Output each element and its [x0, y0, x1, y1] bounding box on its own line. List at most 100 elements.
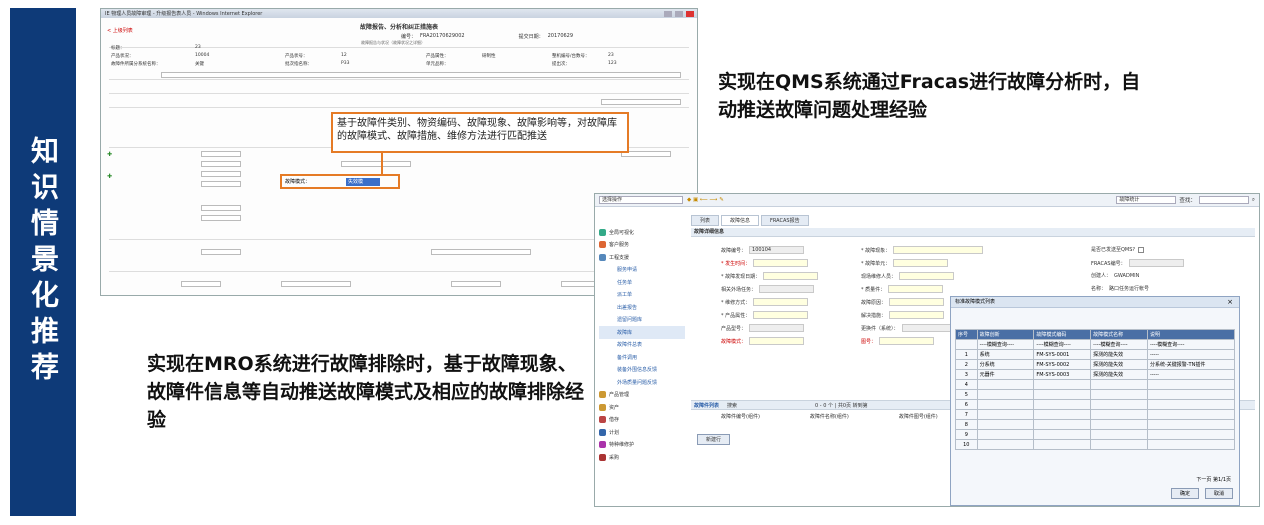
nav-item[interactable]: 故障件总表 — [599, 339, 685, 352]
fracas-field[interactable] — [1128, 259, 1184, 267]
nav-label: 全局可视化 — [609, 229, 635, 236]
nav-item[interactable]: 备件调用 — [599, 351, 685, 364]
table-row[interactable]: 3 元器件 FM-SYS-0003 探测的能失效 ----- — [955, 369, 1236, 380]
text-field[interactable] — [201, 151, 241, 157]
table-cell: 系统 — [976, 349, 1035, 360]
replace-field[interactable] — [901, 324, 957, 332]
text-field[interactable] — [201, 171, 241, 177]
nav-item[interactable]: 客户服务 — [599, 239, 685, 252]
table-row[interactable]: 8 — [955, 419, 1236, 430]
table-row[interactable]: 9 — [955, 429, 1236, 440]
filter-input[interactable]: ----模糊查询---- — [1146, 339, 1236, 350]
fault-mode-field[interactable] — [749, 337, 805, 345]
dropdown[interactable] — [201, 205, 241, 211]
nav-item[interactable]: 装备外围信息反馈 — [599, 364, 685, 377]
search-input[interactable] — [1198, 196, 1249, 204]
dialog-pager[interactable]: 下一页 第1/1页 — [1196, 476, 1231, 483]
table-row[interactable]: 5 — [955, 389, 1236, 400]
filter-input[interactable]: ----模糊查询---- — [1090, 339, 1148, 350]
nav-item[interactable]: 服务申请 — [599, 264, 685, 277]
related-field[interactable] — [759, 285, 815, 293]
repair-field[interactable] — [753, 298, 809, 306]
tab-fault-info[interactable]: 故障信息 — [721, 215, 760, 226]
list-search[interactable]: 搜索 — [727, 402, 737, 409]
dropdown[interactable] — [201, 215, 241, 221]
filter-input[interactable]: ----模糊查询---- — [1033, 339, 1092, 350]
nav-label: 任务单 — [617, 279, 633, 286]
nav-icon — [599, 228, 606, 236]
nav-item[interactable]: 外场质量问题反馈 — [599, 376, 685, 389]
add-icon[interactable]: ✚ — [107, 173, 112, 180]
table-row[interactable]: 7 — [955, 409, 1236, 420]
pic-field[interactable] — [879, 337, 935, 345]
nav-item[interactable]: 派工单 — [599, 289, 685, 302]
toolbar-icons[interactable]: ◆ ▣ ⟵ ⟶ ✎ — [687, 197, 724, 203]
text-field[interactable] — [601, 99, 681, 105]
text-field[interactable] — [431, 249, 531, 255]
table-row[interactable]: 2 分系统 FM-SYS-0002 探测的能失效 分系统-关键报警-TN插件 — [955, 359, 1236, 370]
divider — [109, 79, 689, 80]
nav-item[interactable]: 产品管理 — [599, 389, 685, 402]
fault-mode-value[interactable]: 失效模 — [346, 178, 380, 186]
nav-item[interactable]: 计划 — [599, 426, 685, 439]
back-link[interactable]: < 上级列表 — [107, 27, 133, 34]
nav-item-fault-library[interactable]: 故障库 — [599, 326, 685, 339]
nav-item[interactable]: 出差报告 — [599, 301, 685, 314]
qms-checkbox[interactable] — [1138, 246, 1145, 253]
cause-field[interactable] — [889, 298, 945, 306]
attr-field[interactable] — [753, 311, 809, 319]
name-value: 路口任务运行帐号 — [1109, 286, 1150, 292]
table-row[interactable]: 1 系统 FM-SYS-0001 探测的能失效 ----- — [955, 349, 1236, 360]
tab-fracas[interactable]: FRACAS报告 — [761, 215, 809, 226]
add-icon[interactable]: ✚ — [107, 151, 112, 158]
cancel-button[interactable]: 取消 — [1204, 488, 1233, 499]
search-icon[interactable]: ⌕ — [1252, 197, 1255, 204]
model-field[interactable] — [749, 324, 805, 332]
nav-item[interactable]: 特种维修护 — [599, 439, 685, 452]
table-row[interactable]: 6 — [955, 399, 1236, 410]
nav-item[interactable]: 任务单 — [599, 276, 685, 289]
qty-field[interactable] — [888, 285, 944, 293]
nav-item[interactable]: 借存 — [599, 414, 685, 427]
table-row[interactable]: 4 — [955, 379, 1236, 390]
column-header: 说明 — [1146, 329, 1236, 340]
time-field[interactable] — [753, 259, 809, 267]
text-field[interactable] — [201, 161, 241, 167]
dropdown[interactable] — [201, 249, 241, 255]
fault-mode-highlight: 故障模式： 失效模 — [280, 174, 400, 189]
table-cell — [976, 429, 1035, 440]
dropdown[interactable] — [451, 281, 501, 287]
filter-input[interactable]: ----模糊查询---- — [976, 339, 1035, 350]
dropdown[interactable] — [201, 181, 241, 187]
table-cell — [1090, 419, 1148, 430]
close-icon[interactable]: × — [1227, 298, 1233, 306]
divider — [109, 93, 689, 94]
dropdown[interactable] — [181, 281, 221, 287]
nav-item[interactable]: 全局可视化 — [599, 226, 685, 239]
tab-list[interactable]: 列表 — [691, 215, 720, 226]
table-row[interactable]: 10 — [955, 439, 1236, 450]
nav-item[interactable]: 工程支援 — [599, 251, 685, 264]
fault-no-field[interactable]: 100104 — [749, 246, 805, 254]
nav-item[interactable]: 资产 — [599, 401, 685, 414]
close-icon[interactable] — [686, 10, 694, 17]
new-row-button[interactable]: 新建行 — [697, 434, 731, 445]
text-field[interactable] — [281, 281, 351, 287]
person-field[interactable] — [899, 272, 955, 280]
operation-select[interactable]: 选择操作 — [599, 196, 683, 204]
nav-item[interactable]: 遗留问题库 — [599, 314, 685, 327]
resolve-field[interactable] — [889, 311, 945, 319]
table-cell — [1146, 389, 1236, 400]
unit-field[interactable] — [893, 259, 949, 267]
find-date-field[interactable] — [763, 272, 819, 280]
maximize-icon[interactable] — [675, 10, 683, 17]
nav-item[interactable]: 采购 — [599, 451, 685, 464]
phenom-field[interactable] — [893, 246, 984, 254]
text-field[interactable] — [341, 161, 411, 167]
text-field[interactable] — [161, 72, 681, 78]
nav-label: 备件调用 — [617, 354, 638, 361]
fault-stat-select[interactable]: 故障统计 — [1116, 196, 1177, 204]
minimize-icon[interactable] — [664, 10, 672, 17]
ok-button[interactable]: 确定 — [1170, 488, 1199, 499]
field-label: 名称： — [1091, 286, 1107, 292]
